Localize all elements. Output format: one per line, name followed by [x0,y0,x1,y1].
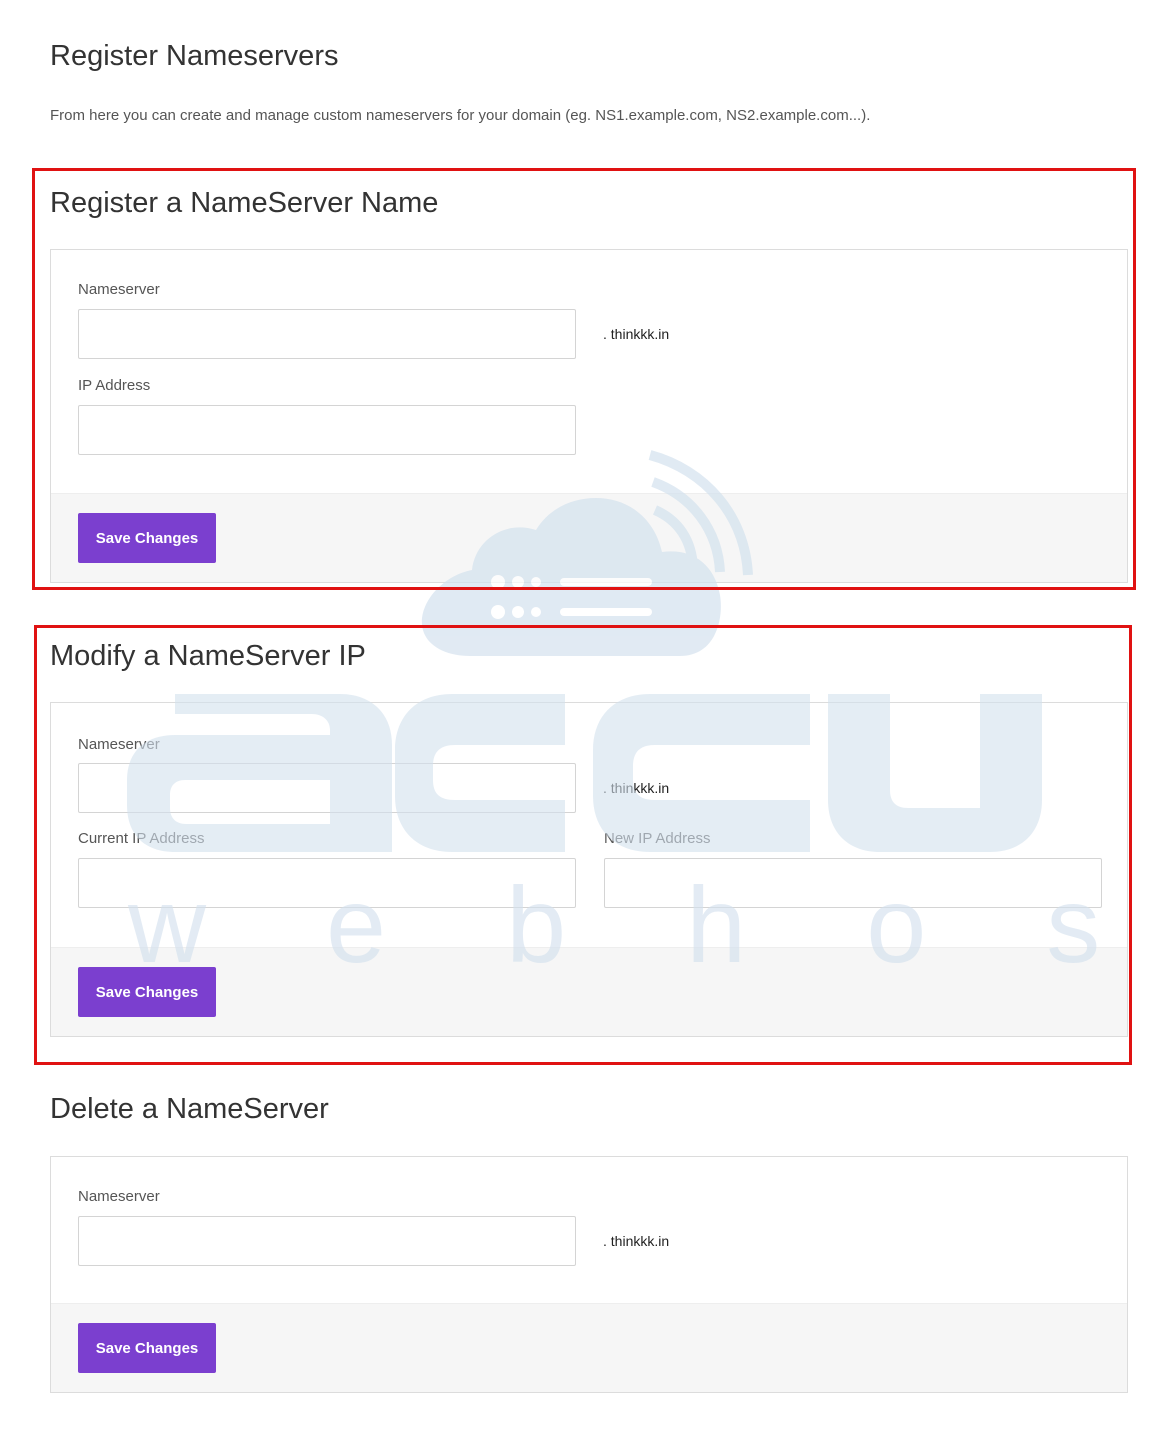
delete-nameserver-input[interactable] [78,1216,576,1266]
register-card: Nameserver . thinkkk.in IP Address Save … [50,249,1128,583]
modify-current-ip-label: Current IP Address [78,830,205,847]
modify-nameserver-label: Nameserver [78,736,160,753]
modify-new-ip-label: New IP Address [604,830,711,847]
page-title: Register Nameservers [50,40,339,72]
register-card-footer: Save Changes [51,493,1127,582]
modify-section-title: Modify a NameServer IP [50,640,366,672]
delete-section-title: Delete a NameServer [50,1093,329,1125]
modify-domain-suffix: . thinkkk.in [603,780,670,796]
delete-nameserver-label: Nameserver [78,1188,160,1205]
modify-card-footer: Save Changes [51,947,1127,1036]
modify-new-ip-input[interactable] [604,858,1102,908]
delete-card-footer: Save Changes [51,1303,1127,1392]
register-nameserver-input[interactable] [78,309,576,359]
delete-domain-suffix: . thinkkk.in [603,1233,670,1249]
modify-nameserver-input[interactable] [78,763,576,813]
delete-card: Nameserver . thinkkk.in Save Changes [50,1156,1128,1393]
modify-save-button[interactable]: Save Changes [78,967,216,1017]
register-section-title: Register a NameServer Name [50,187,439,219]
register-domain-suffix: . thinkkk.in [603,326,670,342]
page-description: From here you can create and manage cust… [50,107,871,124]
register-nameserver-label: Nameserver [78,281,160,298]
register-save-button[interactable]: Save Changes [78,513,216,563]
register-ip-input[interactable] [78,405,576,455]
register-ip-label: IP Address [78,377,151,394]
modify-current-ip-input[interactable] [78,858,576,908]
delete-save-button[interactable]: Save Changes [78,1323,216,1373]
modify-card: Nameserver . thinkkk.in Current IP Addre… [50,702,1128,1037]
